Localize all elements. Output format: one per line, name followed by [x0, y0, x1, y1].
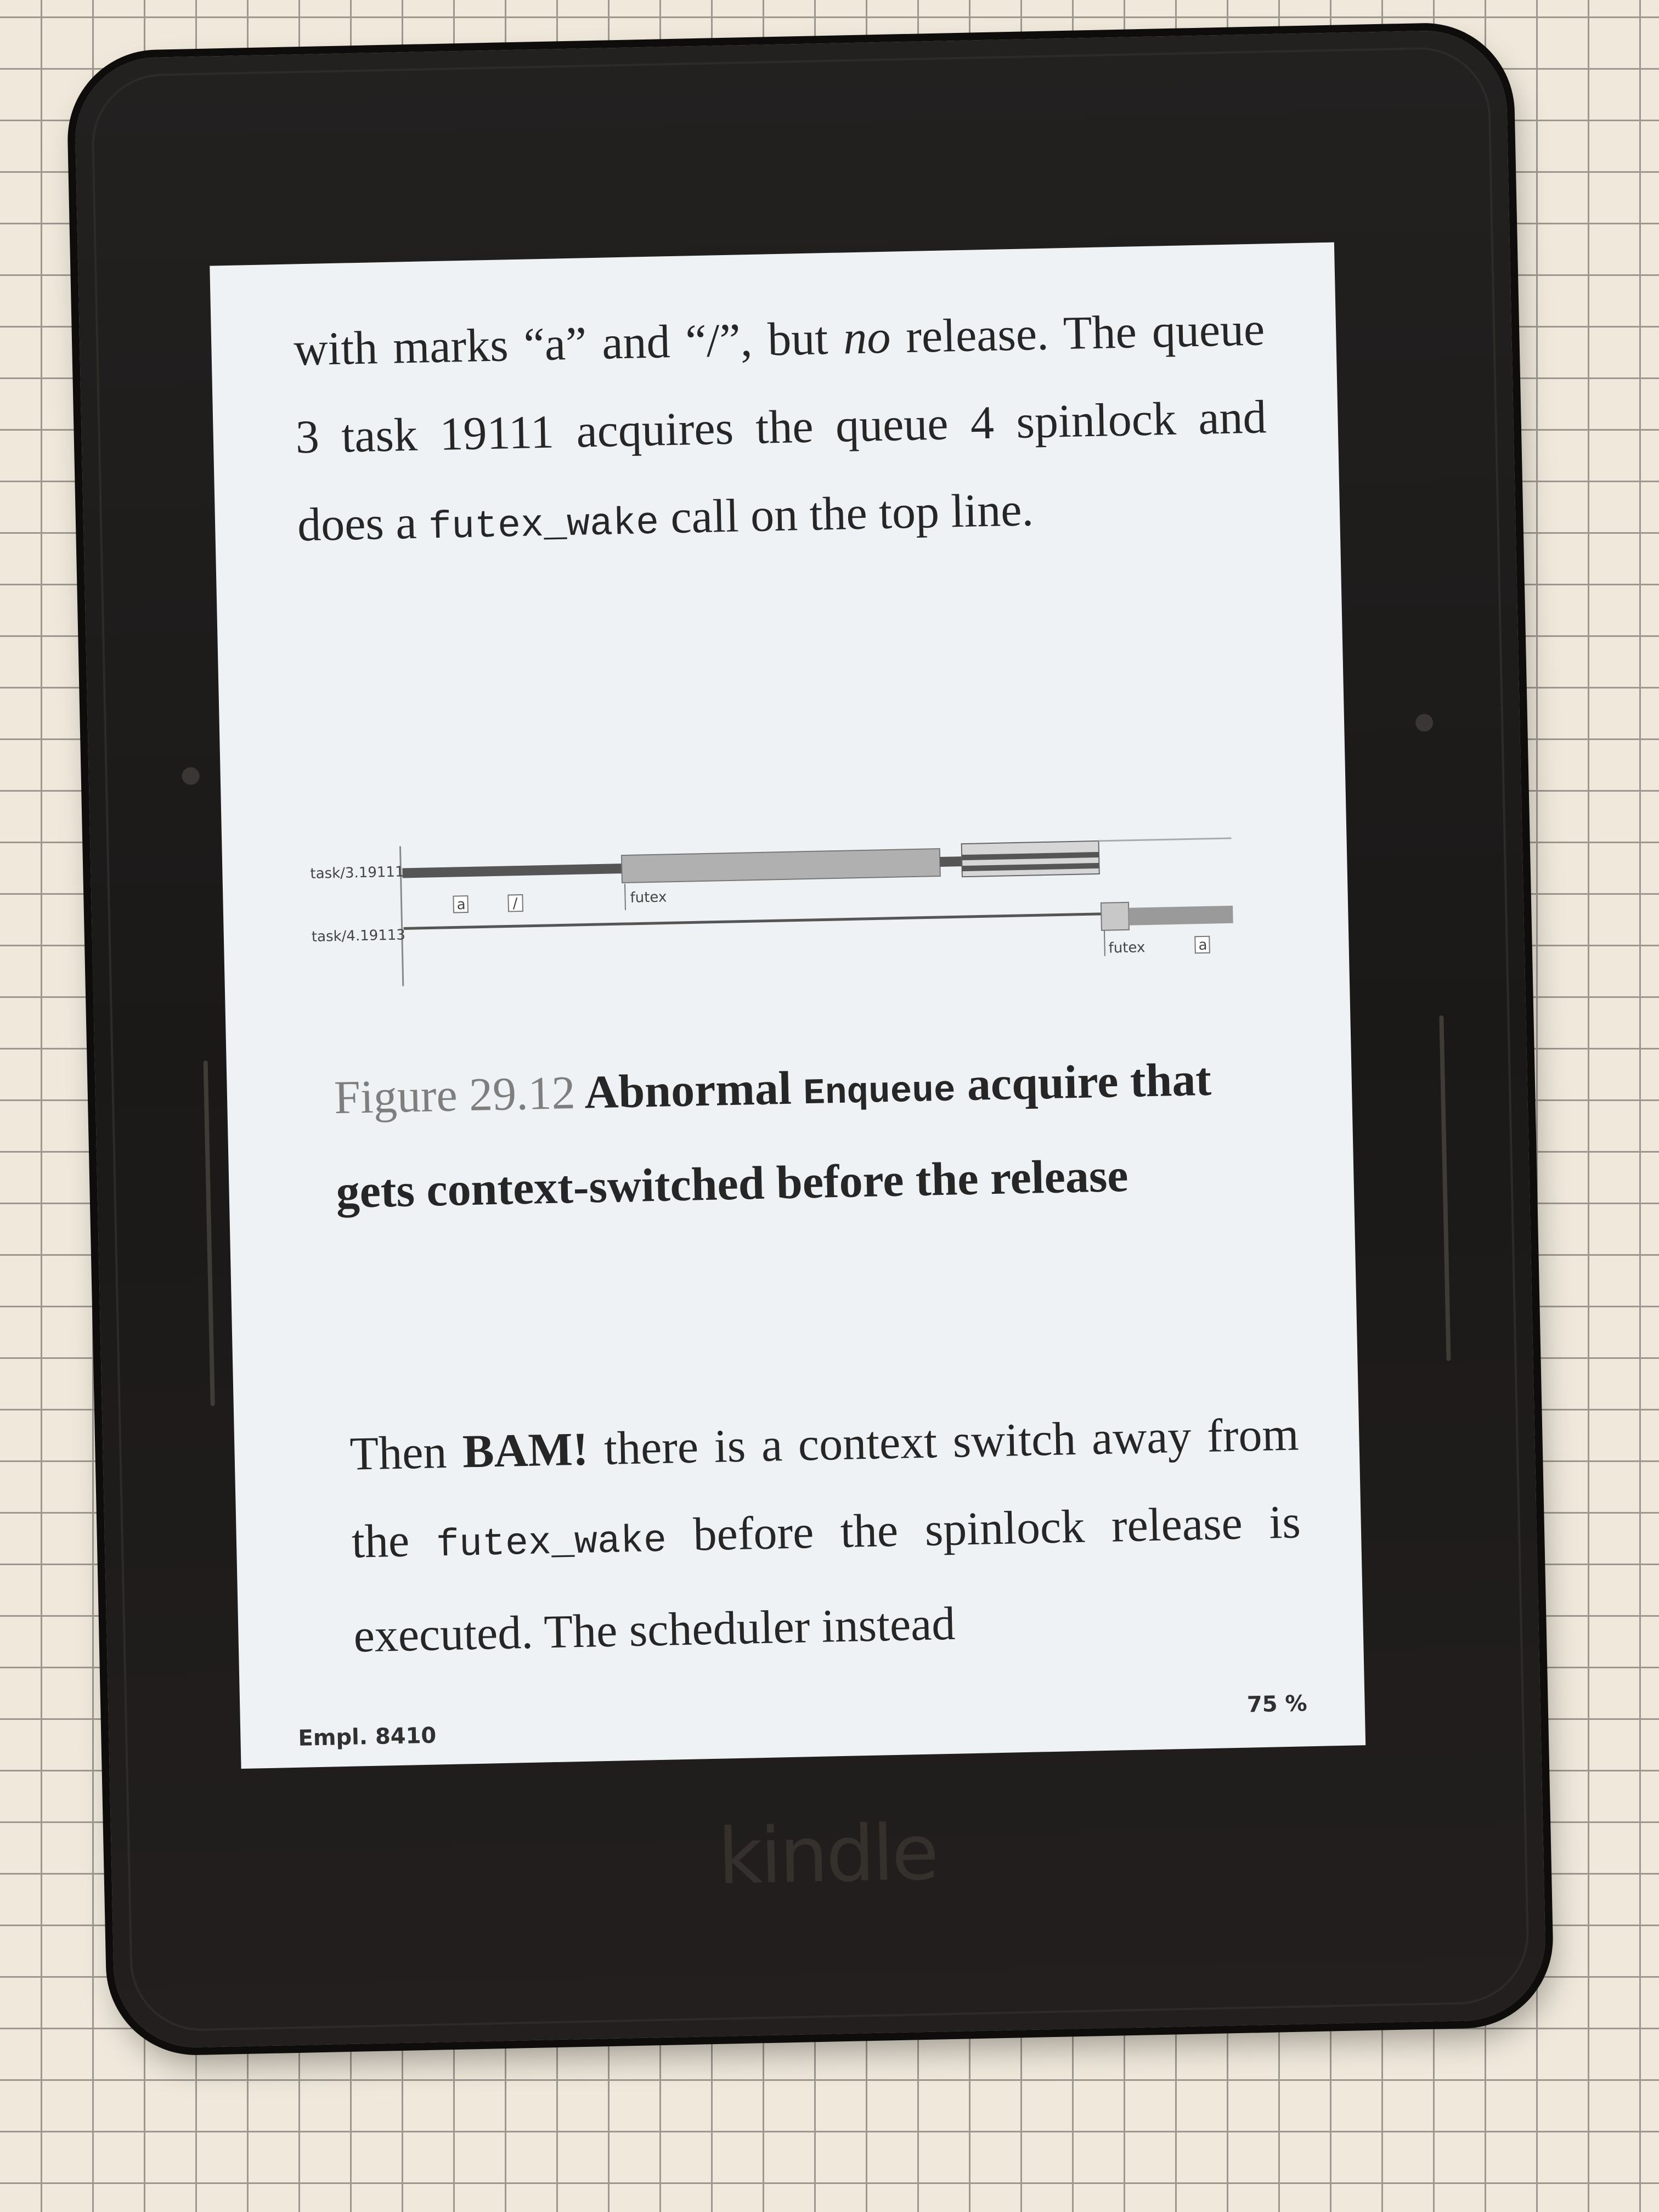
code-text: futex_wake: [428, 501, 659, 550]
task3-futex-block: [620, 848, 941, 884]
body-paragraph-bottom: Then BAM! there is a context switch away…: [349, 1390, 1304, 1680]
caption-code: Enqueue: [803, 1070, 956, 1115]
kindle-device: with marks “a” and “/”, but no release. …: [74, 29, 1547, 2049]
text-run: before the spinlock release is executed.…: [353, 1495, 1301, 1662]
figure-timeline-diagram: task/3.19111 task/4.19113 a / futex fute…: [310, 837, 1233, 986]
text-run: with marks “a” and “/”, but: [293, 311, 844, 376]
text-run: Then: [349, 1425, 464, 1480]
futex-label-1: futex: [630, 889, 667, 906]
task3-run-bar-2: [940, 856, 962, 867]
futex-label-2: futex: [1108, 939, 1145, 956]
row-label-task3: task/3.19111: [310, 864, 404, 882]
figure-caption: Figure 29.12 Abnormal Enqueue acquire th…: [333, 1034, 1269, 1236]
mark-slash-label: /: [512, 895, 518, 912]
code-text: futex_wake: [436, 1519, 667, 1568]
reading-progress-percent[interactable]: 75 %: [1246, 1691, 1307, 1717]
body-paragraph-top: with marks “a” and “/”, but no release. …: [293, 285, 1269, 575]
mark-a-label: a: [456, 896, 466, 913]
figure-number: Figure 29.12: [334, 1066, 576, 1124]
mark-a2-label: a: [1198, 937, 1207, 953]
reading-location[interactable]: Empl. 8410: [298, 1723, 437, 1751]
task3-idle-line: [1098, 837, 1232, 842]
row-label-task4: task/4.19113: [312, 927, 406, 945]
task4-wait-line: [403, 912, 1102, 930]
task3-run-bar: [402, 864, 622, 878]
task4-run-bar: [1128, 905, 1233, 926]
caption-text: Abnormal: [584, 1061, 792, 1119]
italic-text: no: [843, 310, 891, 364]
bold-text: BAM!: [462, 1422, 589, 1478]
text-run: call on the top line.: [658, 483, 1034, 544]
futex-marker-2: [1103, 930, 1105, 956]
task4-block-1: [1100, 901, 1130, 931]
e-ink-screen[interactable]: with marks “a” and “/”, but no release. …: [210, 242, 1366, 1769]
